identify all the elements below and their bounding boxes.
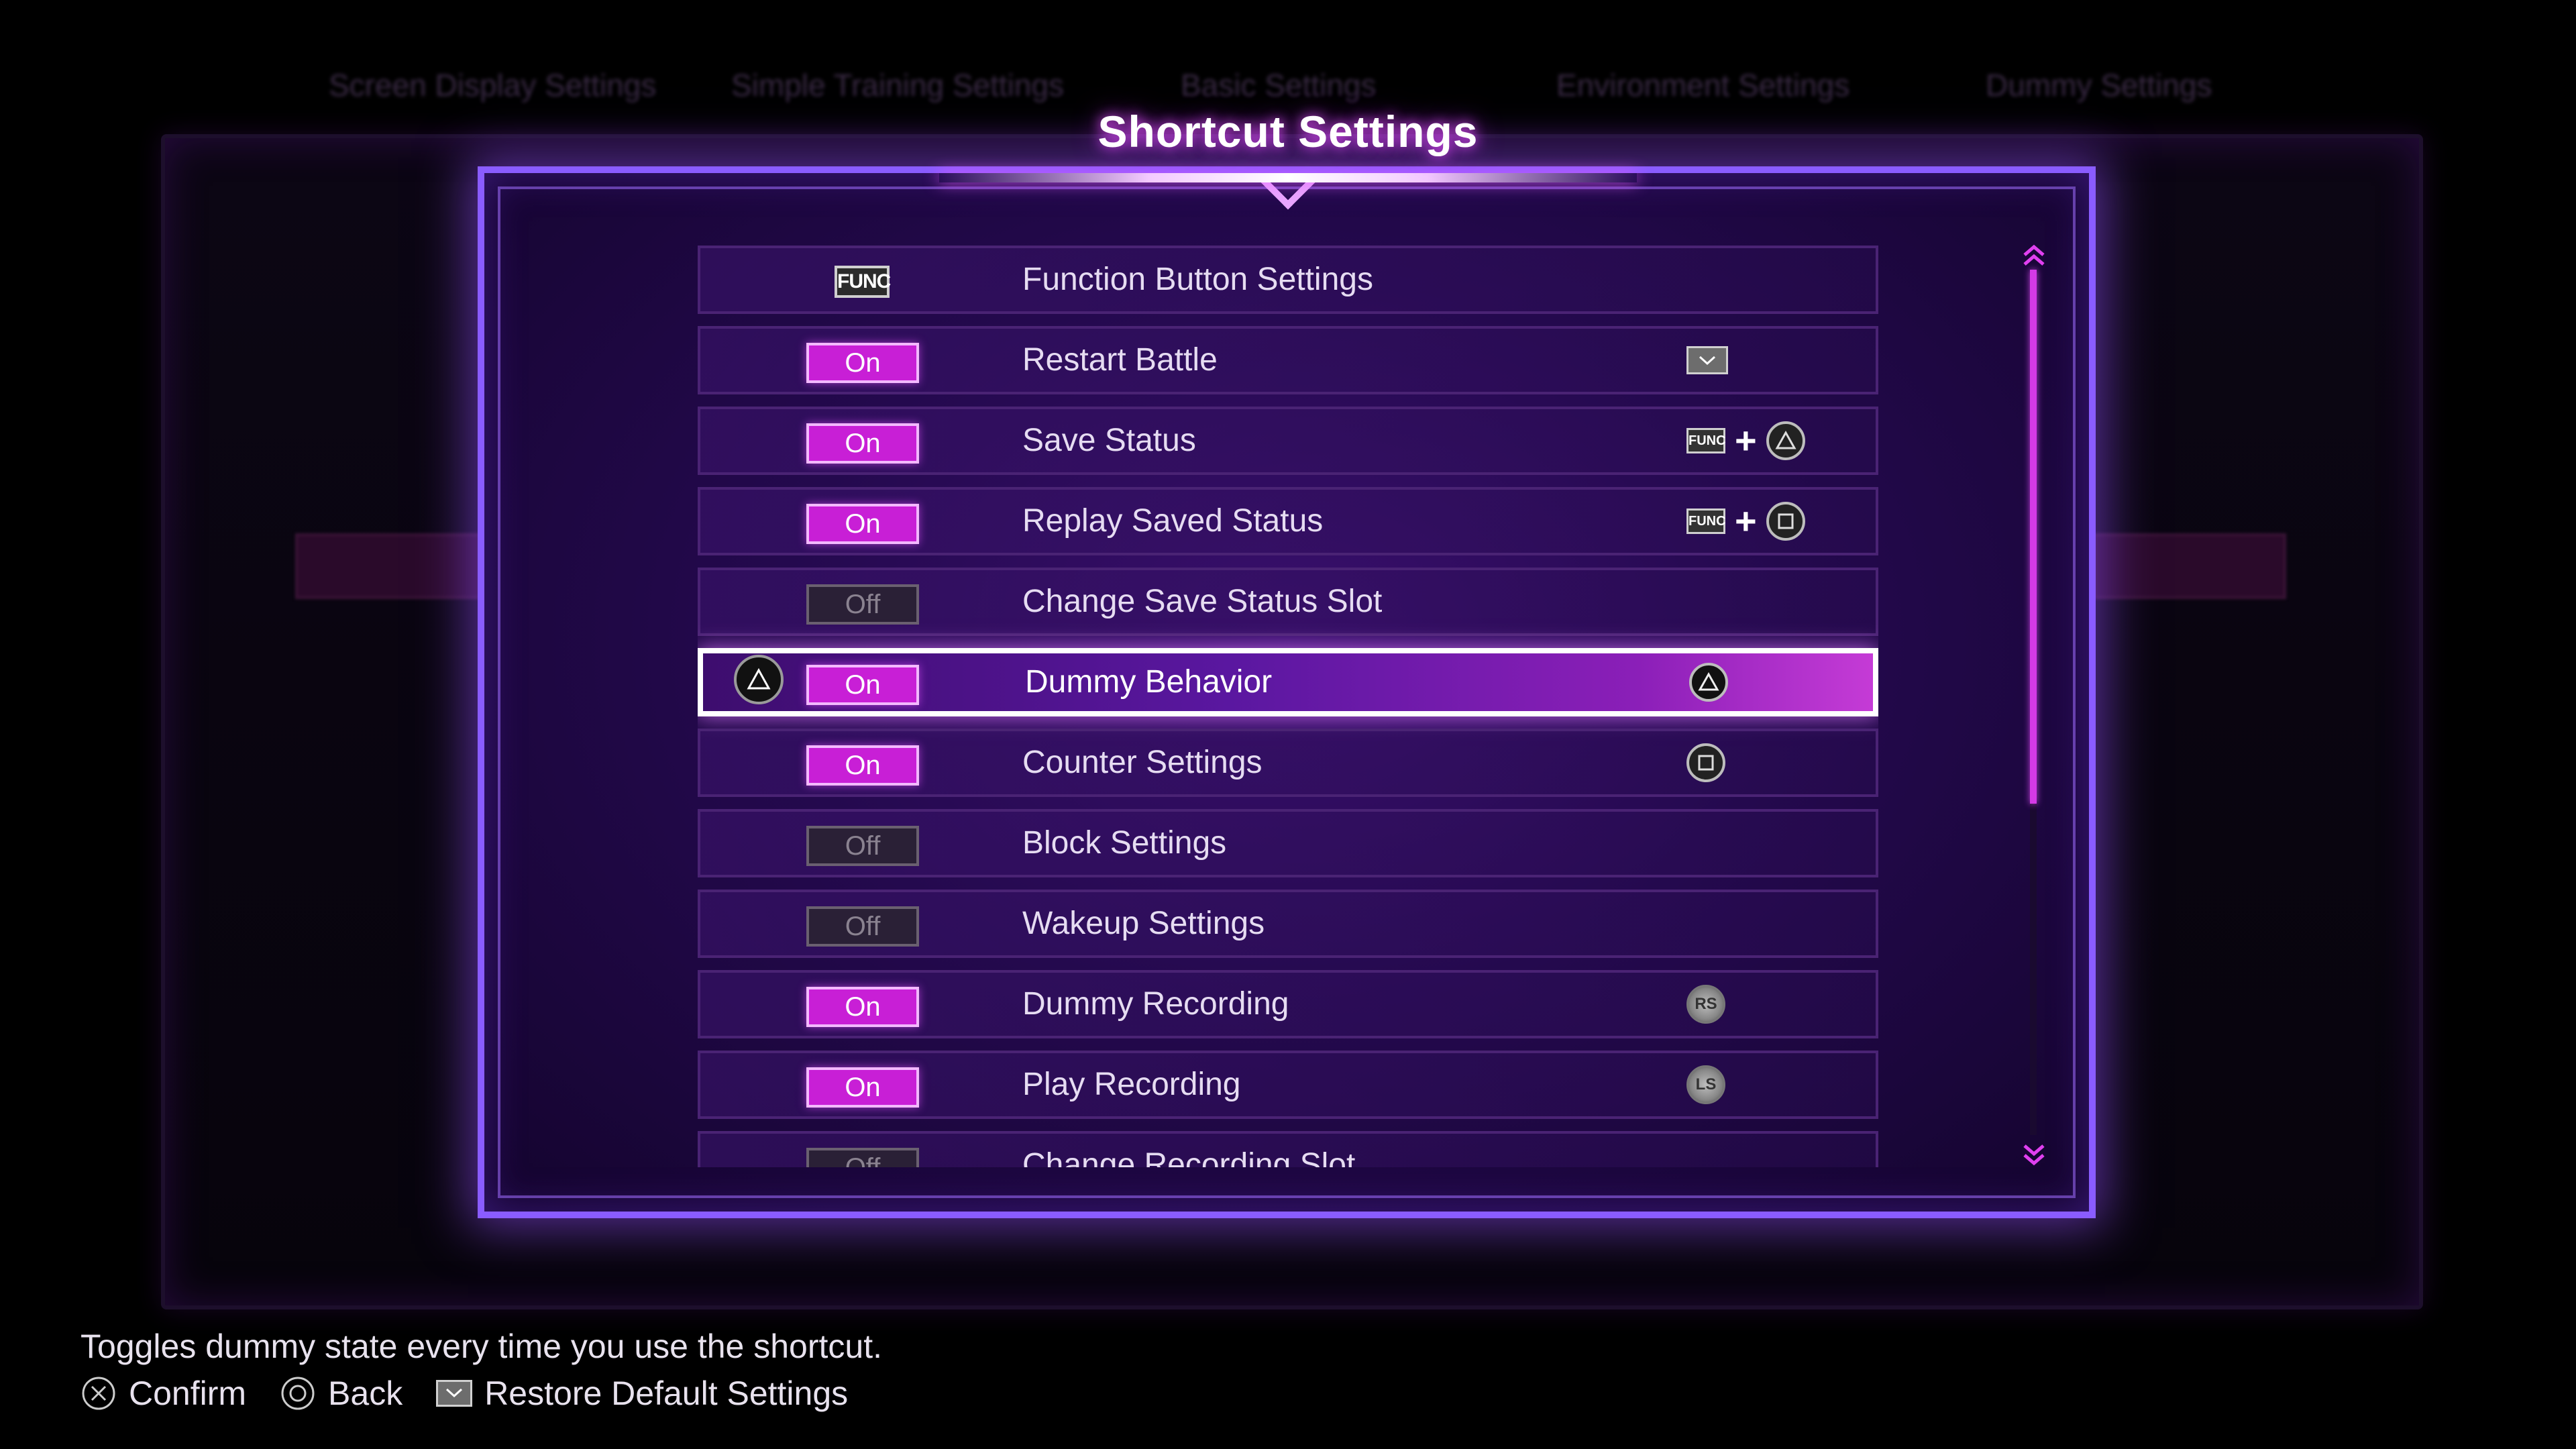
shortcut-combo xyxy=(1686,731,1725,794)
func-badge-icon: FUNC xyxy=(835,266,891,298)
list-item-change-recording-slot[interactable]: Off Change Recording Slot xyxy=(698,1131,1878,1167)
shortcut-combo xyxy=(1686,329,1728,392)
list-item-play-recording[interactable]: On Play Recording LS xyxy=(698,1051,1878,1119)
list-item-dummy-behavior[interactable]: On Dummy Behavior xyxy=(698,648,1878,716)
list-item-save-status[interactable]: On Save Status FUNC + xyxy=(698,407,1878,475)
plus-icon: + xyxy=(1735,419,1757,462)
list-item-label: Wakeup Settings xyxy=(1022,906,1265,941)
list-item-label: Dummy Recording xyxy=(1022,986,1289,1022)
background-bar-left xyxy=(295,533,488,599)
toggle-switch[interactable]: On xyxy=(806,1067,919,1108)
list-item-change-save-status-slot[interactable]: Off Change Save Status Slot xyxy=(698,568,1878,636)
help-text: Toggles dummy state every time you use t… xyxy=(80,1328,882,1365)
restore-defaults-label: Restore Default Settings xyxy=(484,1375,849,1412)
func-icon: FUNC xyxy=(1686,508,1726,534)
toggle-switch[interactable]: On xyxy=(806,504,919,544)
back-label: Back xyxy=(328,1375,403,1412)
square-button-icon xyxy=(1766,502,1805,541)
list-item-label: Replay Saved Status xyxy=(1022,503,1324,539)
shortcut-combo: LS xyxy=(1686,1053,1725,1116)
page-title: Shortcut Settings xyxy=(1097,107,1479,156)
toggle-switch[interactable]: Off xyxy=(806,1148,919,1167)
panel-header: Shortcut Settings xyxy=(939,87,1637,210)
restore-defaults-button[interactable]: Restore Default Settings xyxy=(436,1374,848,1413)
left-stick-icon: LS xyxy=(1686,1065,1725,1104)
confirm-button[interactable]: Confirm xyxy=(80,1374,246,1413)
list-item-label: Restart Battle xyxy=(1022,342,1218,378)
list-item-label: Block Settings xyxy=(1022,825,1227,861)
list-item-counter-settings[interactable]: On Counter Settings xyxy=(698,729,1878,797)
footer-actions: Confirm Back Restore Default Settings xyxy=(80,1374,881,1413)
list-item-label: Counter Settings xyxy=(1022,745,1263,780)
list-item-label: Dummy Behavior xyxy=(1025,664,1273,700)
list-item-label: Save Status xyxy=(1022,423,1196,458)
list-item-label: Function Button Settings xyxy=(1022,262,1373,297)
list-item-block-settings[interactable]: Off Block Settings xyxy=(698,809,1878,877)
toggle-switch[interactable]: Off xyxy=(806,906,919,947)
list-item-function-button-settings[interactable]: FUNC Function Button Settings xyxy=(698,246,1878,314)
triangle-icon xyxy=(734,655,784,704)
list-item-replay-saved-status[interactable]: On Replay Saved Status FUNC + xyxy=(698,487,1878,555)
bg-tab-dummy: Dummy Settings xyxy=(1986,68,2212,103)
triangle-button-icon xyxy=(1689,663,1728,702)
shortcut-combo: FUNC + xyxy=(1686,409,1805,472)
func-icon: FUNC xyxy=(1686,428,1726,453)
shortcut-list[interactable]: FUNC Function Button Settings On Restart… xyxy=(698,246,1878,1167)
title-glow-line xyxy=(939,173,1637,182)
background-bar-right xyxy=(2093,533,2286,599)
toggle-switch[interactable]: Off xyxy=(806,584,919,625)
cross-button-icon xyxy=(82,1377,115,1410)
scrollbar-thumb[interactable] xyxy=(2030,270,2037,804)
toggle-switch[interactable]: On xyxy=(806,987,919,1027)
circle-button-icon xyxy=(281,1377,315,1410)
square-button-icon xyxy=(1686,743,1725,782)
touchpad-icon xyxy=(436,1380,473,1407)
confirm-label: Confirm xyxy=(129,1375,247,1412)
double-chevron-up-icon[interactable] xyxy=(2018,243,2050,270)
shortcut-combo xyxy=(1689,651,1728,714)
list-item-label: Change Recording Slot xyxy=(1022,1147,1356,1167)
bg-tab-screen-display: Screen Display Settings xyxy=(329,68,657,103)
back-button[interactable]: Back xyxy=(280,1374,402,1413)
list-item-wakeup-settings[interactable]: Off Wakeup Settings xyxy=(698,890,1878,958)
shortcut-combo: RS xyxy=(1686,973,1725,1036)
shortcut-combo: FUNC + xyxy=(1686,490,1805,553)
list-item-restart-battle[interactable]: On Restart Battle xyxy=(698,326,1878,394)
plus-icon: + xyxy=(1735,500,1757,542)
toggle-switch[interactable]: On xyxy=(806,423,919,464)
toggle-switch[interactable]: On xyxy=(806,745,919,786)
list-item-dummy-recording[interactable]: On Dummy Recording RS xyxy=(698,970,1878,1038)
toggle-switch[interactable]: On xyxy=(806,343,919,383)
triangle-button-icon xyxy=(1766,421,1805,460)
double-chevron-down-icon[interactable] xyxy=(2018,1140,2050,1167)
list-item-label: Play Recording xyxy=(1022,1067,1241,1102)
toggle-switch[interactable]: On xyxy=(806,665,919,705)
touchpad-icon xyxy=(1686,346,1728,374)
list-item-label: Change Save Status Slot xyxy=(1022,584,1383,619)
right-stick-icon: RS xyxy=(1686,985,1725,1024)
toggle-switch[interactable]: Off xyxy=(806,826,919,866)
